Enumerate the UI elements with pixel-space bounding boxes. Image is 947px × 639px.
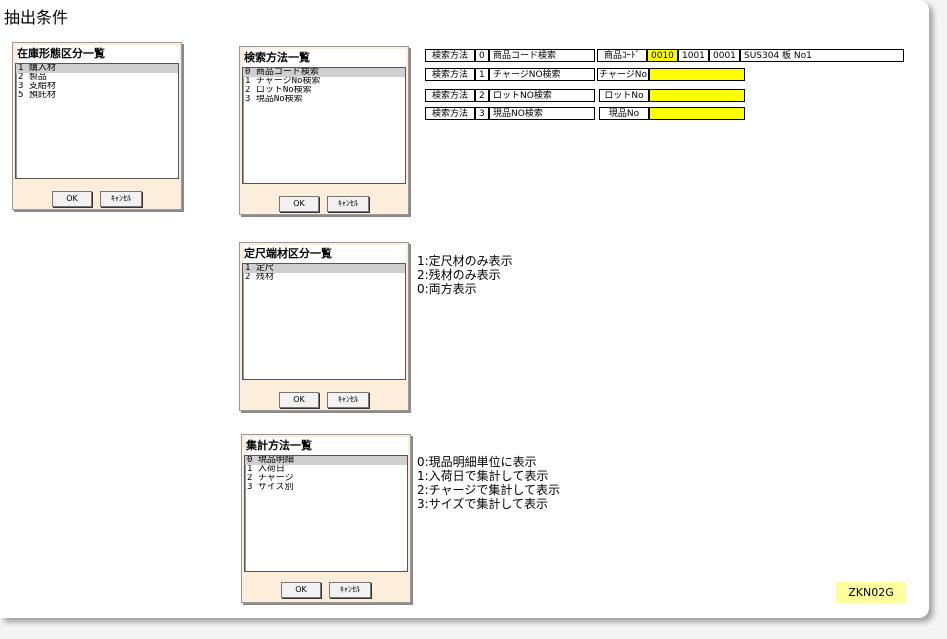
list-item[interactable]: 2 チャージ	[245, 474, 407, 483]
search-method-code: 0	[475, 49, 489, 62]
list-item[interactable]: 1 購入材	[16, 64, 178, 73]
ok-button[interactable]: OK	[279, 196, 319, 212]
product-code-label: 商品ｺｰﾄﾞ	[597, 49, 647, 62]
search-method-list[interactable]: 0 商品コード検索 1 チャージNo検索 2 ロットNo検索 3 現品No検索	[242, 67, 406, 184]
genpin-no-input[interactable]	[649, 107, 745, 120]
cancel-button[interactable]: ｷｬﾝｾﾙ	[100, 191, 142, 207]
cancel-button[interactable]: ｷｬﾝｾﾙ	[327, 392, 369, 408]
teishaku-list[interactable]: 1 定尺 2 残材	[242, 263, 406, 380]
search-method-label: 検索方法	[425, 107, 475, 120]
charge-no-input[interactable]	[649, 68, 745, 81]
shukei-list[interactable]: 0 現品明細 1 入荷日 2 チャージ 3 サイズ別	[244, 455, 408, 572]
zaiko-list[interactable]: 1 購入材 2 製品 3 支給材 5 預託材	[15, 63, 179, 179]
version-label: ZKN02G	[836, 582, 906, 603]
ok-button[interactable]: OK	[279, 392, 319, 408]
page-title: 抽出条件	[4, 8, 69, 27]
list-item[interactable]: 0 現品明細	[245, 456, 407, 465]
search-method-name: 商品コード検索	[489, 49, 595, 62]
list-item[interactable]: 3 現品No検索	[243, 95, 405, 104]
search-method-code: 3	[475, 107, 489, 120]
search-method-label: 検索方法	[425, 49, 475, 62]
search-method-label: 検索方法	[425, 68, 475, 81]
search-method-name: 現品NO検索	[489, 107, 595, 120]
note-line: 3:サイズで集計して表示	[417, 497, 548, 511]
product-name-display: SUS304 板 No1	[740, 49, 904, 62]
list-item[interactable]: 1 定尺	[243, 264, 405, 273]
list-item[interactable]: 2 残材	[243, 273, 405, 282]
shukei-dialog: 集計方法一覧 0 現品明細 1 入荷日 2 チャージ 3 サイズ別 OK ｷｬﾝ…	[241, 434, 411, 603]
product-code-input-2[interactable]: 1001	[678, 49, 709, 62]
search-method-dialog-title: 検索方法一覧	[244, 49, 406, 67]
sheet: 抽出条件 在庫形態区分一覧 1 購入材 2 製品 3 支給材 5 預託材 OK …	[0, 0, 929, 618]
genpin-no-label: 現品No	[599, 107, 649, 120]
ok-button[interactable]: OK	[281, 582, 321, 598]
list-item[interactable]: 1 チャージNo検索	[243, 77, 405, 86]
search-method-dialog: 検索方法一覧 0 商品コード検索 1 チャージNo検索 2 ロットNo検索 3 …	[239, 46, 409, 215]
list-item[interactable]: 3 支給材	[16, 82, 178, 91]
search-method-name: ロットNO検索	[489, 89, 595, 102]
search-method-label: 検索方法	[425, 89, 475, 102]
search-method-code: 2	[475, 89, 489, 102]
lot-no-label: ロットNo	[599, 89, 649, 102]
charge-no-label: チャージNo	[597, 68, 649, 81]
list-item[interactable]: 2 製品	[16, 73, 178, 82]
zaiko-dialog-title: 在庫形態区分一覧	[17, 45, 179, 63]
product-code-input-3[interactable]: 0001	[709, 49, 740, 62]
teishaku-notes: 1:定尺材のみ表示 2:残材のみ表示 0:両方表示	[417, 254, 513, 296]
search-method-name: チャージNO検索	[489, 68, 595, 81]
product-code-input-1[interactable]: 0010	[647, 49, 678, 62]
search-method-code: 1	[475, 68, 489, 81]
note-line: 2:残材のみ表示	[417, 268, 501, 282]
list-item[interactable]: 5 預託材	[16, 91, 178, 100]
list-item[interactable]: 2 ロットNo検索	[243, 86, 405, 95]
note-line: 0:現品明細単位に表示	[417, 455, 537, 469]
note-line: 0:両方表示	[417, 282, 477, 296]
lot-no-input[interactable]	[649, 89, 745, 102]
list-item[interactable]: 0 商品コード検索	[243, 68, 405, 77]
note-line: 1:入荷日で集計して表示	[417, 469, 549, 483]
list-item[interactable]: 3 サイズ別	[245, 483, 407, 492]
shukei-dialog-title: 集計方法一覧	[246, 437, 408, 455]
cancel-button[interactable]: ｷｬﾝｾﾙ	[329, 582, 371, 598]
zaiko-dialog: 在庫形態区分一覧 1 購入材 2 製品 3 支給材 5 預託材 OK ｷｬﾝｾﾙ	[12, 42, 182, 210]
teishaku-dialog-title: 定尺端材区分一覧	[244, 245, 406, 263]
teishaku-dialog: 定尺端材区分一覧 1 定尺 2 残材 OK ｷｬﾝｾﾙ	[239, 242, 409, 411]
ok-button[interactable]: OK	[52, 191, 92, 207]
cancel-button[interactable]: ｷｬﾝｾﾙ	[327, 196, 369, 212]
shukei-notes: 0:現品明細単位に表示 1:入荷日で集計して表示 2:チャージで集計して表示 3…	[417, 455, 560, 511]
note-line: 1:定尺材のみ表示	[417, 254, 513, 268]
list-item[interactable]: 1 入荷日	[245, 465, 407, 474]
note-line: 2:チャージで集計して表示	[417, 483, 560, 497]
